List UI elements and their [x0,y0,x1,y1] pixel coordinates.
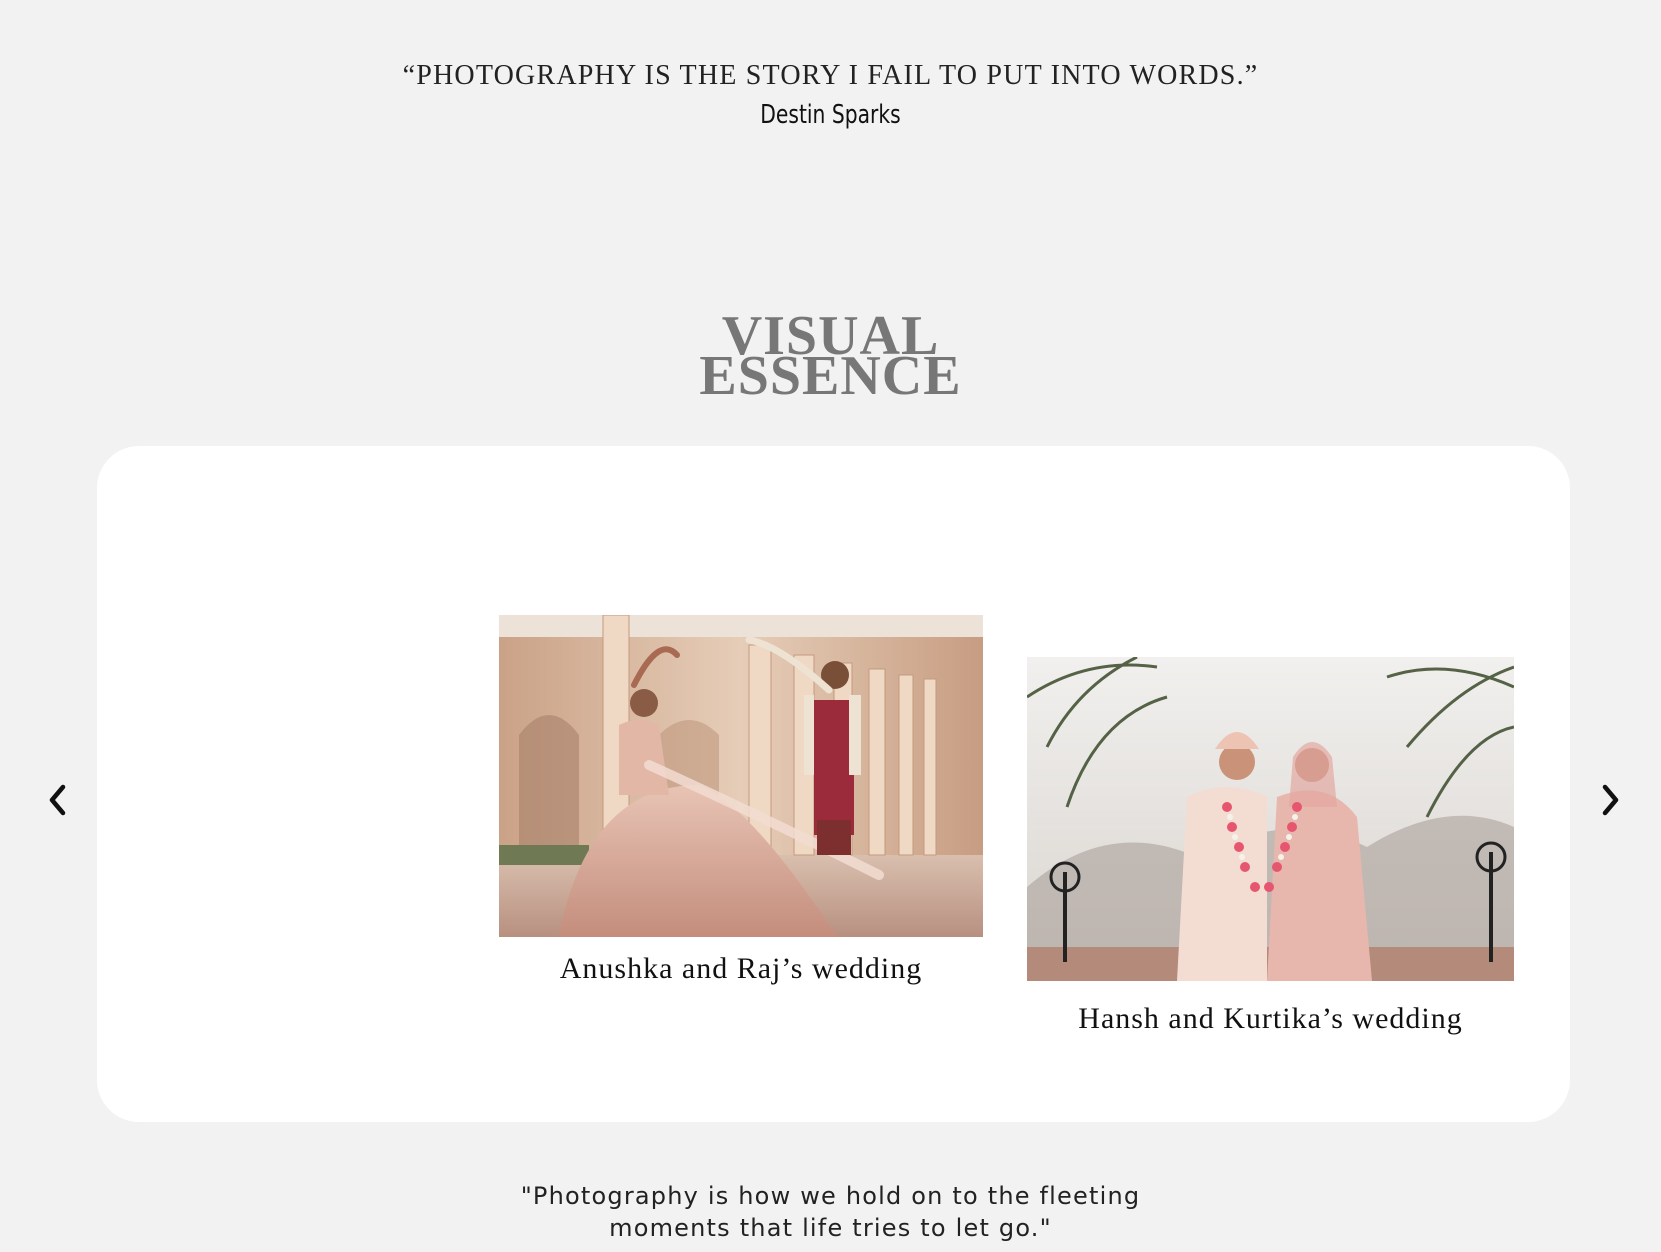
chevron-left-icon [49,784,66,816]
bottom-quote: "Photography is how we hold on to the fl… [0,1180,1661,1244]
bottom-quote-line-1: "Photography is how we hold on to the fl… [520,1182,1141,1210]
wedding-photo-couple-garlands [1027,657,1514,981]
quote-author: Destin Sparks [760,100,901,130]
carousel-slide[interactable]: Anushka and Raj’s wedding [499,615,983,995]
carousel-slide[interactable]: Hansh and Kurtika’s wedding [1027,657,1514,1037]
wedding-photo-dancing-couple [499,615,983,937]
top-quote: “PHOTOGRAPHY IS THE STORY I FAIL TO PUT … [402,60,1259,91]
section-title-line-2: ESSENCE [699,345,962,407]
carousel-prev-button[interactable] [38,776,78,824]
wedding-photo[interactable] [1027,657,1514,981]
carousel-next-button[interactable] [1590,776,1630,824]
chevron-right-icon [1602,784,1619,816]
slide-caption[interactable]: Hansh and Kurtika’s wedding [1027,1002,1514,1036]
section-title: VISUAL ESSENCE [0,308,1661,407]
slide-caption[interactable]: Anushka and Raj’s wedding [499,952,983,986]
wedding-photo[interactable] [499,615,983,937]
bottom-quote-line-2: moments that life tries to let go." [609,1214,1052,1242]
